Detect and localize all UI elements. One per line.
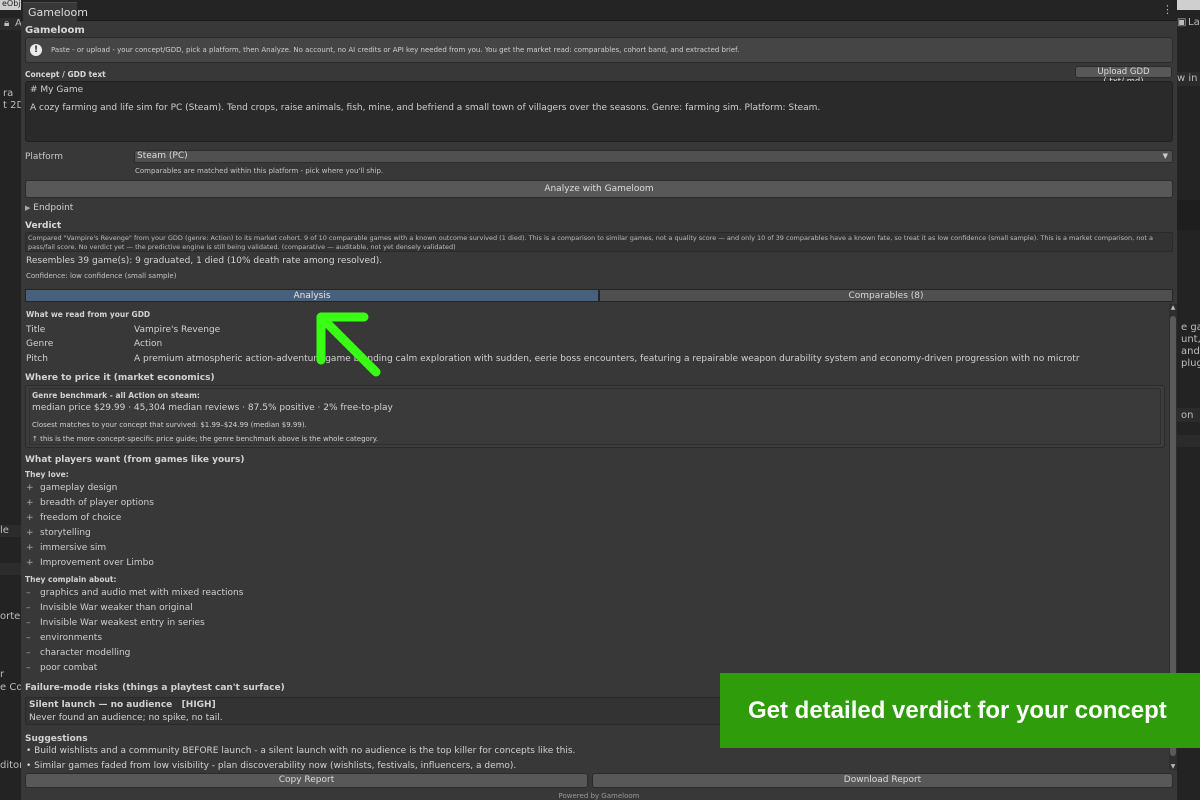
concept-textarea[interactable]: # My Game A cozy farming and life sim fo… [25,81,1173,142]
concept-label: Concept / GDD text [25,70,106,79]
minus-icon: – [26,633,31,643]
plus-icon: + [26,513,34,523]
download-report-button[interactable]: Download Report [592,773,1173,788]
chevron-down-icon: ▼ [1162,152,1168,160]
gdd-genre-value: Action [134,339,163,349]
risks-heading: Failure-mode risks (things a playtest ca… [25,683,285,693]
concept-line-2: A cozy farming and life sim for PC (Stea… [30,103,821,113]
complaint-item: – Invisible War weakest entry in series [26,618,205,628]
risk-item: Silent launch — no audience [HIGH] Never… [25,697,725,725]
resembles-text: Resembles 39 game(s): 9 graduated, 1 die… [26,256,383,266]
layout-icon: ▣ [1177,17,1187,28]
love-item: + freedom of choice [26,513,122,523]
upload-gdd-button[interactable]: Upload GDD (.txt/.md) [1075,66,1172,87]
benchmark-box: Genre benchmark - all Action on steam: m… [25,385,1165,448]
price-note: ↑ this is the more concept-specific pric… [32,435,379,443]
editor-left-panel: 🔒︎ A ra t 2D le orter r e Cor ditor [0,10,27,800]
confidence-text: Confidence: low confidence (small sample… [26,272,177,280]
concept-line-1: # My Game [30,85,84,95]
suggestions-heading: Suggestions [25,734,88,744]
plus-icon: + [26,528,34,538]
love-item: + breadth of player options [26,498,154,508]
benchmark-title: Genre benchmark - all Action on steam: [32,391,200,400]
footer-text: Powered by Gameloom [558,792,640,800]
tab-comparables[interactable]: Comparables (8) [599,289,1173,302]
complaint-item: – character modelling [26,648,131,658]
platform-select[interactable]: Steam (PC) ▼ [134,150,1173,163]
scroll-down-icon[interactable]: ▼ [1169,763,1177,770]
gdd-title-key: Title [26,325,46,335]
panel-title: Gameloom [25,25,85,36]
minus-icon: – [26,603,31,613]
info-helpbox: ! Paste - or upload - your concept/GDD, … [25,37,1173,63]
complaint-item: – poor combat [26,663,98,673]
screen: eObje 🔒︎ A ra t 2D le orter r e Cor dito… [0,0,1200,800]
complaint-item: – environments [26,633,103,643]
gdd-heading: What we read from your GDD [26,310,151,319]
analyze-button[interactable]: Analyze with Gameloom [25,180,1173,198]
annotation-arrow-icon [316,312,381,377]
benchmark-stats: median price $29.99 · 45,304 median revi… [32,403,393,413]
result-tabs: Analysis Comparables (8) [25,289,1173,302]
chevron-right-icon: ▶ [25,204,31,212]
more-menu-icon[interactable]: ⋮ [1162,3,1173,16]
risk-description: Never found an audience; no spike, no ta… [29,713,223,723]
window-tabbar: Gameloom ⋮ [21,0,1177,21]
plus-icon: + [26,543,34,553]
gdd-genre-key: Genre [26,339,54,349]
platform-hint: Comparables are matched within this plat… [135,167,384,175]
love-item: + immersive sim [26,543,107,553]
plus-icon: + [26,558,34,568]
info-icon: ! [30,44,42,56]
love-item: + Improvement over Limbo [26,558,154,568]
minus-icon: – [26,663,31,673]
plus-icon: + [26,498,34,508]
closest-matches: Closest matches to your concept that sur… [32,421,307,429]
promo-banner: Get detailed verdict for your concept [720,673,1200,748]
platform-selected: Steam (PC) [137,151,188,161]
minus-icon: – [26,588,31,598]
endpoint-label: Endpoint [33,203,74,213]
risk-title: Silent launch — no audience [29,700,173,710]
suggestion-item: • Build wishlists and a community BEFORE… [26,746,576,756]
verdict-heading: Verdict [25,221,62,231]
platform-label: Platform [25,152,63,162]
verdict-text: Compared "Vampire's Revenge" from your G… [25,232,1173,252]
complain-label: They complain about: [25,575,117,584]
price-heading: Where to price it (market economics) [25,373,215,383]
endpoint-foldout[interactable]: ▶ Endpoint [25,203,73,213]
lock-icon: 🔒︎ [4,18,10,29]
players-heading: What players want (from games like yours… [25,455,245,465]
complaint-item: – graphics and audio met with mixed react… [26,588,244,598]
info-text: Paste - or upload - your concept/GDD, pi… [51,46,740,54]
window-tab[interactable]: Gameloom [23,2,88,21]
love-item: + storytelling [26,528,91,538]
minus-icon: – [26,618,31,628]
plus-icon: + [26,483,34,493]
risk-level: [HIGH] [181,700,216,710]
gdd-pitch-value: A premium atmospheric action-adventure g… [134,354,1080,364]
scroll-up-icon[interactable]: ▲ [1169,304,1177,311]
complaint-item: – Invisible War weaker than original [26,603,193,613]
suggestion-item: • Similar games faded from low visibilit… [26,761,517,770]
promo-banner-text: Get detailed verdict for your concept [748,697,1167,724]
love-label: They love: [25,470,69,479]
copy-report-button[interactable]: Copy Report [25,773,588,788]
love-item: + gameplay design [26,483,118,493]
gdd-title-value: Vampire's Revenge [134,325,221,335]
minus-icon: – [26,648,31,658]
gdd-pitch-key: Pitch [26,354,48,364]
